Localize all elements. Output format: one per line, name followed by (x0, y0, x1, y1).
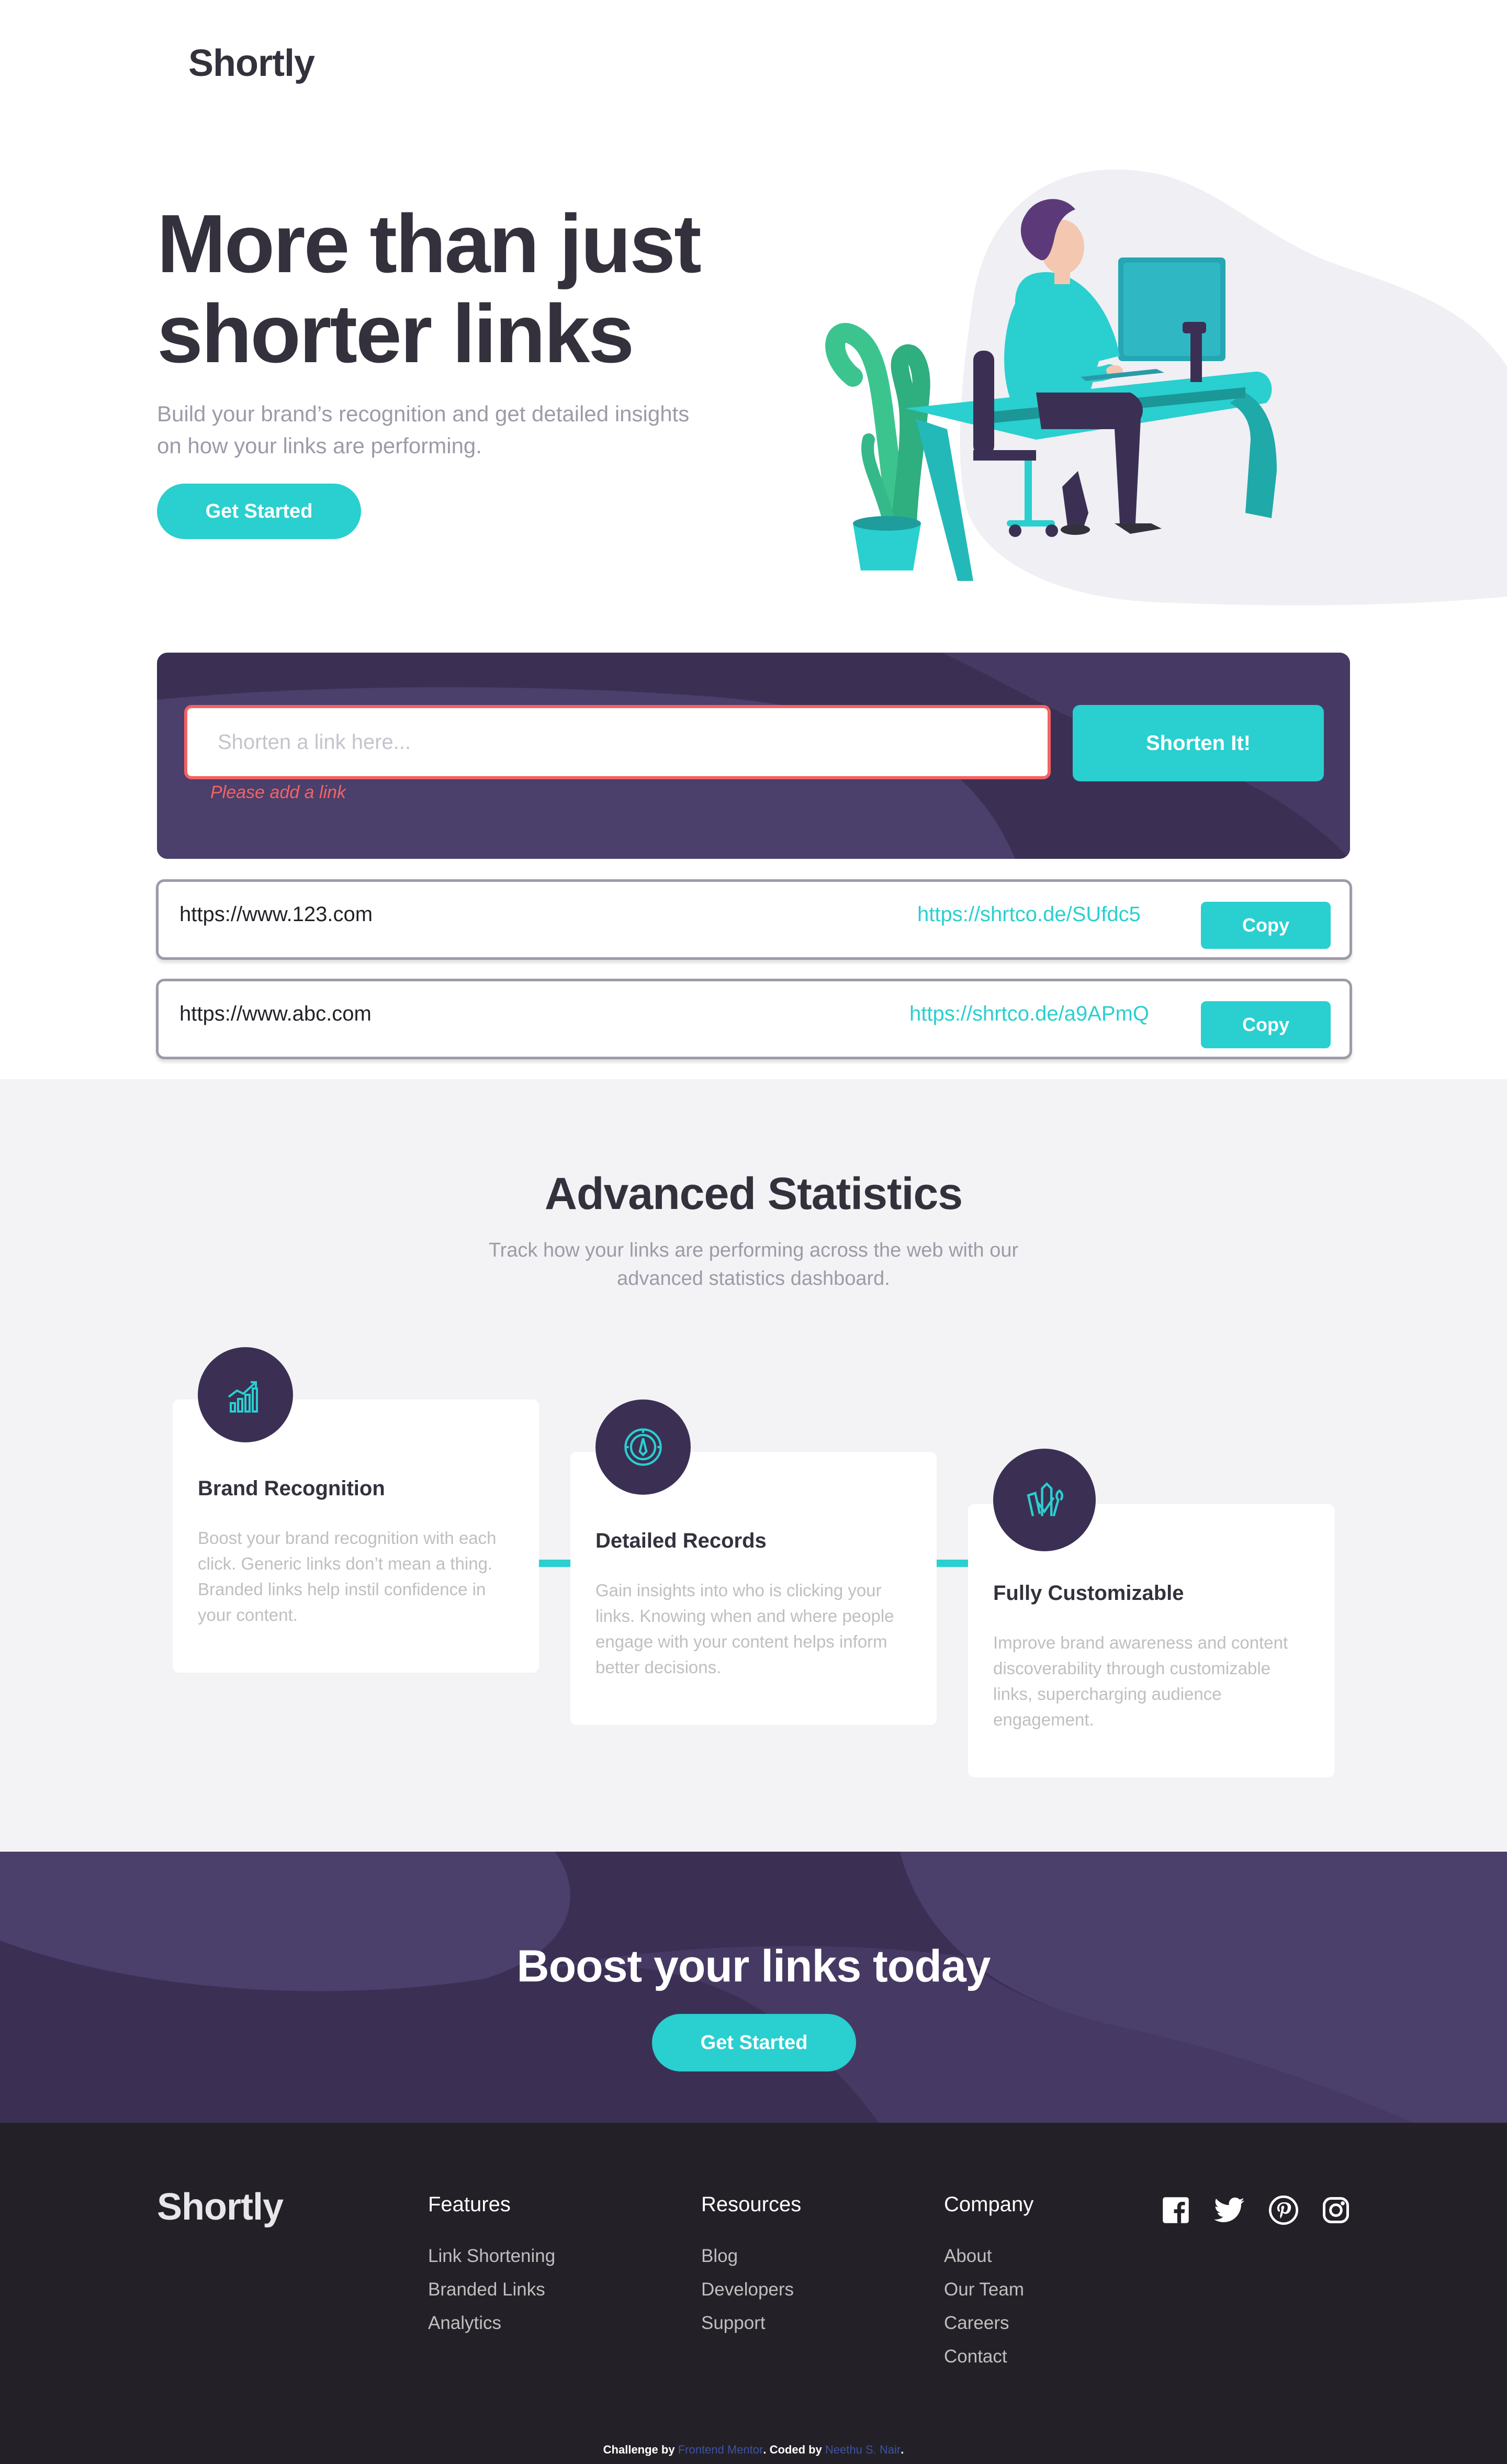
hero-section: More than just shorter links Build your … (0, 131, 1507, 628)
footer-link[interactable]: Link Shortening (428, 2239, 555, 2273)
get-started-button[interactable]: Get Started (652, 2014, 856, 2071)
footer-link[interactable]: Analytics (428, 2306, 555, 2340)
card-title: Detailed Records (595, 1529, 767, 1552)
footer-column-features: Features Link Shortening Branded Links A… (428, 2193, 555, 2340)
stats-subtitle: Track how your links are performing acro… (488, 1239, 1019, 1290)
footer-heading: Resources (701, 2193, 802, 2216)
attribution-text: . (901, 2443, 904, 2456)
footer-link[interactable]: Contact (944, 2340, 1033, 2373)
footer-link[interactable]: About (944, 2239, 1033, 2273)
input-error-message: Please add a link (210, 782, 346, 802)
statistics-section: Advanced Statistics Track how your links… (0, 1079, 1507, 1852)
feature-card: Detailed Records Gain insights into who … (570, 1399, 937, 1725)
footer-link[interactable]: Developers (701, 2273, 801, 2306)
attribution: Challenge by Frontend Mentor. Coded by N… (0, 2443, 1507, 2457)
shorten-button[interactable]: Shorten It! (1073, 705, 1324, 781)
footer-link[interactable]: Blog (701, 2239, 801, 2273)
footer-link[interactable]: Our Team (944, 2273, 1033, 2306)
footer-heading: Company (944, 2193, 1034, 2216)
result-item: https://www.abc.com https://shrtco.de/a9… (156, 979, 1352, 1059)
card-text: Improve brand awareness and content disc… (993, 1633, 1288, 1729)
site-header: Shortly (0, 0, 1507, 131)
pinterest-icon[interactable] (1267, 2194, 1300, 2226)
facebook-icon[interactable] (1160, 2194, 1192, 2226)
card-text: Boost your brand recognition with each c… (198, 1528, 497, 1625)
copy-button[interactable]: Copy (1201, 1001, 1331, 1048)
footer-link[interactable]: Branded Links (428, 2273, 555, 2306)
attribution-text: . Coded by (763, 2443, 825, 2456)
card-connector (937, 1560, 968, 1567)
frontend-mentor-link[interactable]: Frontend Mentor (678, 2443, 763, 2456)
boost-section: Boost your links today Get Started (0, 1852, 1507, 2123)
footer-logo[interactable]: Shortly (157, 2186, 284, 2228)
footer-heading: Features (428, 2193, 511, 2216)
brand-recognition-icon (198, 1347, 293, 1442)
footer-link[interactable]: Careers (944, 2306, 1033, 2340)
hero-subtitle: Build your brand’s recognition and get d… (157, 401, 690, 458)
copy-button[interactable]: Copy (1201, 902, 1331, 949)
footer-column-resources: Resources Blog Developers Support (701, 2193, 801, 2340)
fully-customizable-icon (993, 1449, 1096, 1551)
feature-card: Fully Customizable Improve brand awarene… (968, 1449, 1334, 1777)
original-link: https://www.123.com (179, 903, 373, 926)
stats-title: Advanced Statistics (544, 1169, 963, 1219)
feature-card: Brand Recognition Boost your brand recog… (173, 1347, 539, 1673)
get-started-button[interactable]: Get Started (157, 484, 361, 539)
footer-link[interactable]: Support (701, 2306, 801, 2340)
footer-column-company: Company About Our Team Careers Contact (944, 2193, 1033, 2373)
instagram-icon[interactable] (1320, 2194, 1352, 2226)
author-link[interactable]: Neethu S. Nair (825, 2443, 901, 2456)
original-link: https://www.abc.com (179, 1002, 372, 1025)
site-footer: Shortly Features Link Shortening Branded… (0, 2123, 1507, 2464)
logo[interactable]: Shortly (188, 42, 315, 85)
short-link[interactable]: https://shrtco.de/SUfdc5 (917, 903, 1141, 926)
result-item: https://www.123.com https://shrtco.de/SU… (156, 879, 1352, 960)
hero-title: More than just shorter links (157, 198, 702, 380)
short-link[interactable]: https://shrtco.de/a9APmQ (909, 1002, 1149, 1026)
card-text: Gain insights into who is clicking your … (595, 1581, 894, 1677)
twitter-icon[interactable] (1213, 2194, 1245, 2226)
card-title: Fully Customizable (993, 1582, 1184, 1605)
attribution-text: Challenge by (603, 2443, 678, 2456)
detailed-records-icon (595, 1399, 691, 1495)
working-illustration (825, 169, 1507, 606)
boost-title: Boost your links today (516, 1941, 991, 1991)
link-input[interactable] (184, 705, 1051, 779)
shorten-form: Please add a link Shorten It! (157, 653, 1350, 859)
card-connector (539, 1560, 570, 1567)
card-title: Brand Recognition (198, 1477, 385, 1500)
